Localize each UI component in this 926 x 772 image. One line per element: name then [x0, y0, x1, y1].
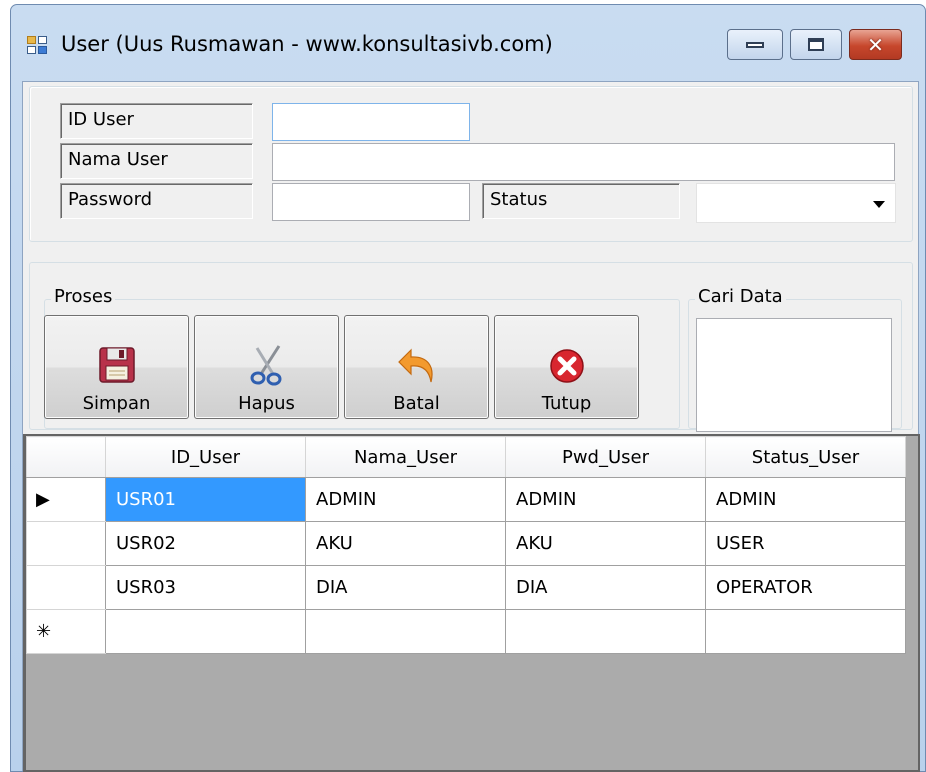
row-indicator-current[interactable]: ▶	[26, 477, 106, 522]
column-header-status-user[interactable]: Status_User	[705, 436, 906, 478]
input-panel: ID User Nama User Password Status	[29, 86, 913, 242]
table-cell[interactable]: USR01	[105, 477, 306, 522]
table-row[interactable]: ▶ USR01 ADMIN ADMIN ADMIN	[26, 477, 906, 522]
maximize-icon	[808, 38, 824, 51]
table-header-row: ID_User Nama_User Pwd_User Status_User	[26, 436, 906, 478]
table-cell[interactable]: DIA	[305, 565, 506, 610]
user-data-grid[interactable]: ID_User Nama_User Pwd_User Status_User ▶…	[23, 434, 920, 772]
id-user-label: ID User	[60, 103, 253, 139]
minimize-button[interactable]	[727, 29, 783, 60]
row-header[interactable]	[26, 565, 106, 610]
action-panel: Proses Simpan Hapus Batal Tutup Cari Dat…	[29, 262, 913, 432]
column-header-id-user[interactable]: ID_User	[105, 436, 306, 478]
simpan-button-label: Simpan	[82, 393, 151, 414]
column-header-nama-user[interactable]: Nama_User	[305, 436, 506, 478]
hapus-button-label: Hapus	[238, 393, 295, 414]
table-cell[interactable]: OPERATOR	[705, 565, 906, 610]
title-bar[interactable]: User (Uus Rusmawan - www.konsultasivb.co…	[11, 5, 925, 81]
red-x-close-icon	[549, 349, 584, 383]
tutup-button-label: Tutup	[541, 393, 592, 414]
user-window: User (Uus Rusmawan - www.konsultasivb.co…	[10, 4, 926, 772]
form-client-area: ID User Nama User Password Status Proses	[22, 81, 920, 772]
column-header-pwd-user[interactable]: Pwd_User	[505, 436, 706, 478]
table-cell[interactable]: AKU	[305, 521, 506, 566]
table-cell[interactable]: ADMIN	[705, 477, 906, 522]
table-row[interactable]: USR02 AKU AKU USER	[26, 521, 906, 566]
simpan-button[interactable]: Simpan	[44, 315, 189, 419]
table-cell[interactable]: ADMIN	[305, 477, 506, 522]
batal-button-label: Batal	[393, 393, 440, 414]
new-row-indicator[interactable]: ✳	[26, 609, 106, 654]
app-form-icon[interactable]	[27, 36, 49, 56]
table-cell[interactable]	[105, 609, 306, 654]
table-cell[interactable]: ADMIN	[505, 477, 706, 522]
row-header[interactable]	[26, 521, 106, 566]
minimize-icon	[746, 41, 764, 48]
table-cell[interactable]: USR03	[105, 565, 306, 610]
maximize-button[interactable]	[790, 29, 842, 60]
status-label: Status	[482, 183, 680, 219]
batal-button[interactable]: Batal	[344, 315, 489, 419]
hapus-button[interactable]: Hapus	[194, 315, 339, 419]
tutup-button[interactable]: Tutup	[494, 315, 639, 419]
cari-data-group: Cari Data	[688, 286, 902, 432]
close-icon: ✕	[867, 32, 884, 57]
window-title: User (Uus Rusmawan - www.konsultasivb.co…	[61, 32, 553, 56]
table-cell[interactable]	[505, 609, 706, 654]
table-cell[interactable]	[305, 609, 506, 654]
nama-user-input[interactable]	[272, 143, 895, 181]
password-label: Password	[60, 183, 253, 219]
close-button[interactable]: ✕	[849, 29, 902, 60]
table-cell[interactable]: USR02	[105, 521, 306, 566]
table-row-new[interactable]: ✳	[26, 609, 906, 654]
table-row[interactable]: USR03 DIA DIA OPERATOR	[26, 565, 906, 610]
proses-group-label: Proses	[51, 286, 116, 307]
table-cell[interactable]	[705, 609, 906, 654]
scissors-icon	[250, 345, 281, 386]
table-cell[interactable]: DIA	[505, 565, 706, 610]
undo-arrow-icon	[397, 348, 433, 383]
table-cell[interactable]: AKU	[505, 521, 706, 566]
status-combobox[interactable]	[696, 183, 896, 223]
cari-data-input[interactable]	[696, 318, 892, 432]
nama-user-label: Nama User	[60, 143, 253, 179]
user-table: ID_User Nama_User Pwd_User Status_User ▶…	[26, 436, 906, 654]
cari-data-group-label: Cari Data	[695, 286, 786, 307]
password-input[interactable]	[272, 183, 470, 221]
chevron-down-icon[interactable]	[873, 201, 885, 208]
id-user-input[interactable]	[272, 103, 470, 141]
table-cell[interactable]: USER	[705, 521, 906, 566]
grid-corner-header[interactable]	[26, 436, 106, 478]
floppy-disk-icon	[98, 347, 135, 383]
